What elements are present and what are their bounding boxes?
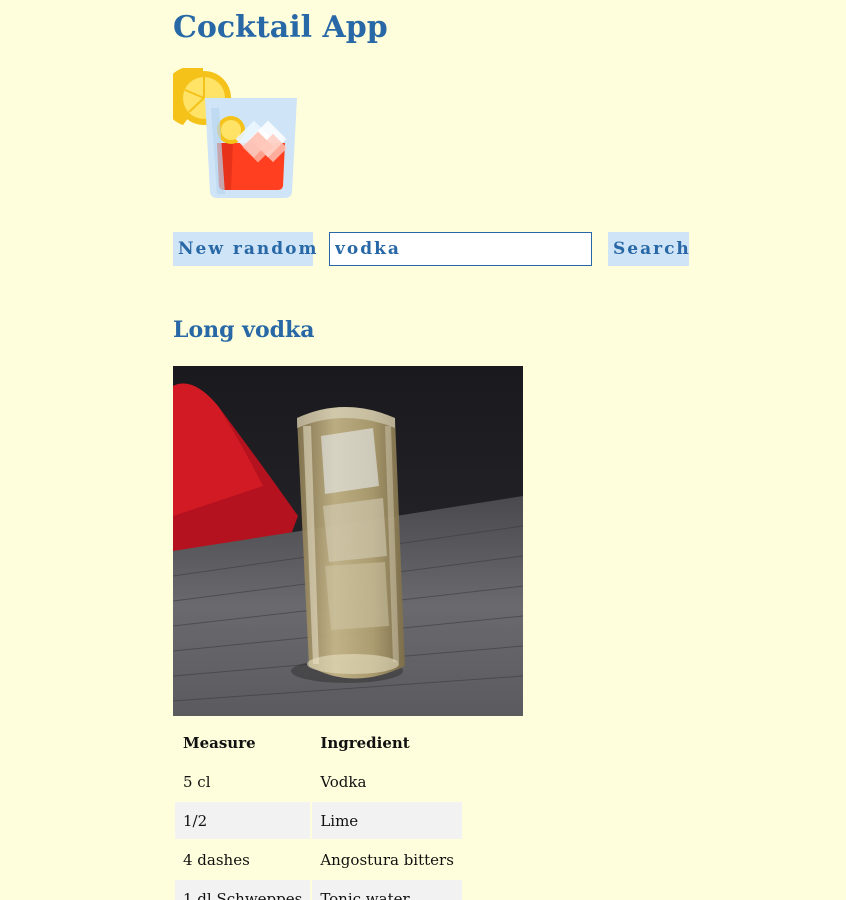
table-header-row: Measure Ingredient — [175, 724, 462, 761]
ingredient-header: Ingredient — [320, 733, 410, 752]
new-random-button[interactable]: New random — [173, 232, 316, 266]
measure-cell: 4 dashes — [183, 850, 250, 869]
drink-name: Long vodka — [173, 317, 315, 343]
ingredients-table: Measure Ingredient 5 cl Vodka 1/2 Lime 4… — [173, 722, 464, 900]
measure-cell: 5 cl — [183, 772, 211, 791]
table-row: 1/2 Lime — [175, 802, 462, 839]
table-row: 5 cl Vodka — [175, 763, 462, 800]
measure-header: Measure — [183, 733, 256, 752]
measure-cell: 1/2 — [175, 802, 311, 839]
drink-photo — [173, 366, 523, 716]
table-row: 4 dashes Angostura bitters — [175, 841, 462, 878]
ingredient-cell: Angostura bitters — [320, 850, 454, 869]
ingredient-cell: Vodka — [320, 772, 367, 791]
app-title: Cocktail App — [173, 10, 388, 45]
page: Cocktail App New random vodka Search Lon… — [0, 0, 846, 900]
measure-cell: 1 dl Schweppes — [175, 880, 311, 900]
search-button[interactable]: Search — [608, 232, 689, 266]
search-input[interactable] — [329, 232, 592, 266]
cocktail-logo-icon — [162, 66, 303, 200]
ingredient-cell: Lime — [312, 802, 462, 839]
table-row: 1 dl Schweppes Tonic water — [175, 880, 462, 900]
ingredient-cell: Tonic water — [312, 880, 462, 900]
